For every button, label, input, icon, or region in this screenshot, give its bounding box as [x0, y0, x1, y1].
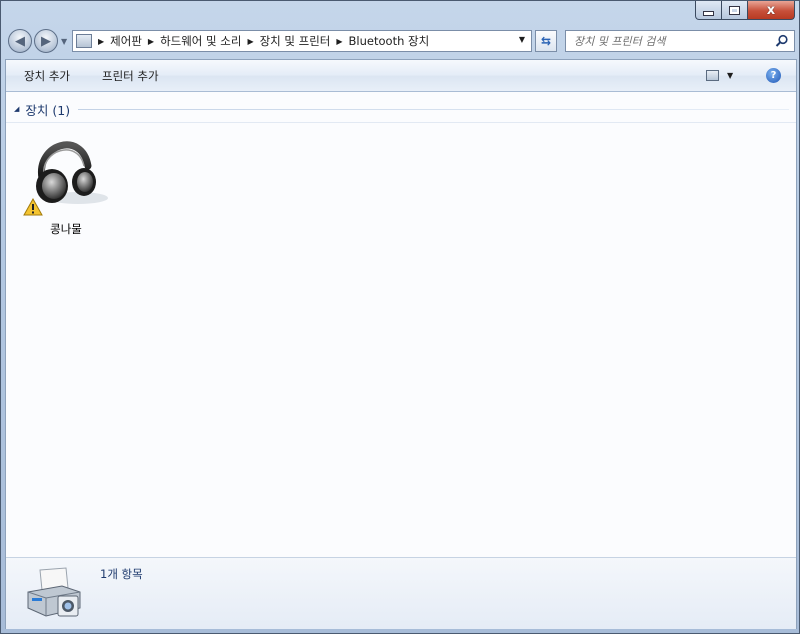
- minimize-button[interactable]: [695, 1, 722, 20]
- maximize-icon: [729, 5, 740, 15]
- breadcrumb-devices-printers[interactable]: 장치 및 프린터: [260, 33, 331, 49]
- add-device-button[interactable]: 장치 추가: [24, 68, 70, 84]
- content-pane: 장치 추가 프린터 추가 ▼ ? ◢ 장치 (1) 콩나물 1개 항목: [5, 59, 797, 629]
- help-icon: ?: [770, 70, 777, 81]
- group-header-devices[interactable]: ◢ 장치 (1): [14, 100, 789, 118]
- view-icon: [706, 69, 719, 81]
- arrow-right-icon: ▶: [41, 33, 51, 49]
- maximize-button[interactable]: [722, 1, 748, 20]
- back-button[interactable]: ◀: [8, 29, 32, 53]
- close-icon: x: [766, 2, 776, 18]
- search-input[interactable]: [572, 33, 776, 49]
- close-button[interactable]: x: [748, 1, 795, 20]
- control-panel-icon: [76, 34, 92, 48]
- device-item[interactable]: 콩나물: [22, 126, 110, 237]
- add-printer-button[interactable]: 프린터 추가: [102, 68, 159, 84]
- minimize-icon: [703, 10, 714, 16]
- forward-button[interactable]: ▶: [34, 29, 58, 53]
- chevron-right-icon[interactable]: ▶: [98, 37, 104, 46]
- divider: [6, 122, 796, 123]
- arrow-left-icon: ◀: [15, 33, 25, 49]
- breadcrumb-bluetooth-devices[interactable]: Bluetooth 장치: [349, 33, 430, 49]
- group-title: 장치 (1): [25, 102, 71, 118]
- navigation-bar: ◀ ▶ ▼ ▶ 제어판 ▶ 하드웨어 및 소리 ▶ 장치 및 프린터 ▶ Blu…: [1, 25, 800, 57]
- refresh-icon: ⇆: [540, 34, 552, 48]
- collapse-triangle-icon[interactable]: ◢: [14, 105, 19, 113]
- item-count: 1개 항목: [100, 567, 143, 581]
- window-caption-buttons: x: [695, 1, 795, 21]
- command-bar: 장치 추가 프린터 추가 ▼ ?: [6, 60, 796, 92]
- search-box[interactable]: [565, 30, 795, 52]
- help-button[interactable]: ?: [766, 68, 781, 83]
- breadcrumb-control-panel[interactable]: 제어판: [110, 33, 142, 49]
- chevron-down-icon[interactable]: ▼: [727, 71, 733, 80]
- address-dropdown-icon[interactable]: ▼: [519, 35, 525, 44]
- change-view-button[interactable]: ▼: [706, 68, 740, 82]
- chevron-right-icon[interactable]: ▶: [336, 37, 342, 46]
- recent-pages-dropdown[interactable]: ▼: [61, 37, 69, 46]
- refresh-button[interactable]: ⇆: [535, 30, 557, 52]
- chevron-right-icon[interactable]: ▶: [247, 37, 253, 46]
- group-divider: [78, 108, 789, 110]
- search-icon[interactable]: [775, 34, 789, 48]
- chevron-right-icon[interactable]: ▶: [148, 37, 154, 46]
- printer-icon: [27, 567, 81, 617]
- address-bar[interactable]: ▶ 제어판 ▶ 하드웨어 및 소리 ▶ 장치 및 프린터 ▶ Bluetooth…: [72, 30, 532, 52]
- warning-icon: [23, 198, 43, 216]
- details-pane: 1개 항목: [6, 557, 796, 629]
- breadcrumb-hardware-sound[interactable]: 하드웨어 및 소리: [160, 33, 241, 49]
- device-name: 콩나물: [50, 222, 82, 236]
- explorer-window: x ◀ ▶ ▼ ▶ 제어판 ▶ 하드웨어 및 소리 ▶ 장치 및 프린터 ▶ B…: [0, 0, 800, 634]
